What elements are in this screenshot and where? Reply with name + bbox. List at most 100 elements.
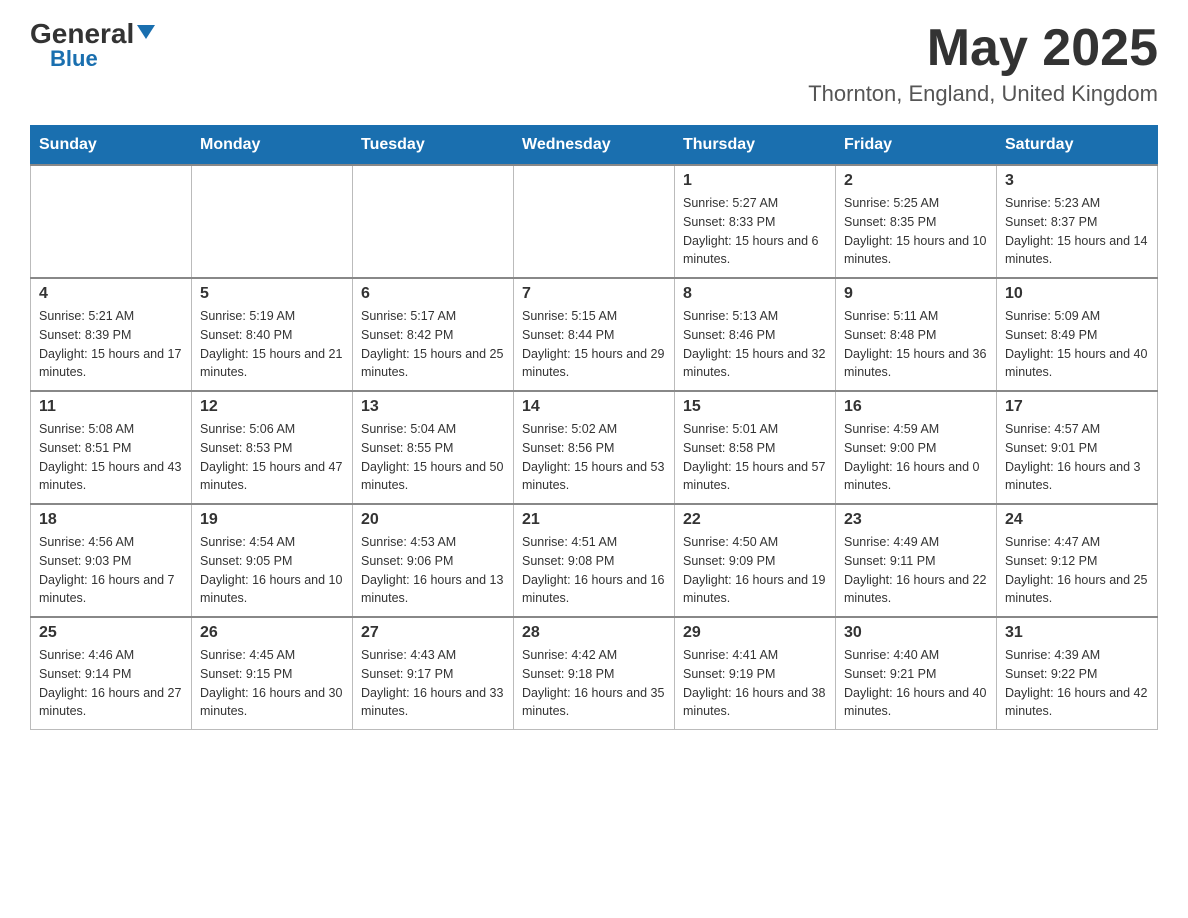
day-info: Sunrise: 4:51 AMSunset: 9:08 PMDaylight:… xyxy=(522,533,666,608)
title-section: May 2025 Thornton, England, United Kingd… xyxy=(808,20,1158,107)
day-number: 8 xyxy=(683,285,827,303)
logo: General Blue xyxy=(30,20,155,70)
calendar-cell: 21 Sunrise: 4:51 AMSunset: 9:08 PMDayligh… xyxy=(514,504,675,617)
day-number: 24 xyxy=(1005,511,1149,529)
day-info: Sunrise: 4:39 AMSunset: 9:22 PMDaylight:… xyxy=(1005,646,1149,721)
day-info: Sunrise: 5:13 AMSunset: 8:46 PMDaylight:… xyxy=(683,307,827,382)
calendar-week-row: 4 Sunrise: 5:21 AMSunset: 8:39 PMDaylight… xyxy=(31,278,1158,391)
calendar-cell: 26 Sunrise: 4:45 AMSunset: 9:15 PMDayligh… xyxy=(192,617,353,730)
calendar-week-row: 11 Sunrise: 5:08 AMSunset: 8:51 PMDayligh… xyxy=(31,391,1158,504)
day-info: Sunrise: 4:59 AMSunset: 9:00 PMDaylight:… xyxy=(844,420,988,495)
calendar-cell: 30 Sunrise: 4:40 AMSunset: 9:21 PMDayligh… xyxy=(836,617,997,730)
day-info: Sunrise: 4:40 AMSunset: 9:21 PMDaylight:… xyxy=(844,646,988,721)
day-info: Sunrise: 4:45 AMSunset: 9:15 PMDaylight:… xyxy=(200,646,344,721)
day-number: 26 xyxy=(200,624,344,642)
calendar-cell: 1Sunrise: 5:27 AMSunset: 8:33 PMDaylight… xyxy=(675,165,836,278)
day-number: 6 xyxy=(361,285,505,303)
day-info: Sunrise: 5:15 AMSunset: 8:44 PMDaylight:… xyxy=(522,307,666,382)
day-info: Sunrise: 4:53 AMSunset: 9:06 PMDaylight:… xyxy=(361,533,505,608)
calendar-cell xyxy=(514,165,675,278)
calendar-cell: 18Sunrise: 4:56 AMSunset: 9:03 PMDayligh… xyxy=(31,504,192,617)
calendar-cell: 16 Sunrise: 4:59 AMSunset: 9:00 PMDayligh… xyxy=(836,391,997,504)
calendar-cell: 11 Sunrise: 5:08 AMSunset: 8:51 PMDayligh… xyxy=(31,391,192,504)
day-info: Sunrise: 5:11 AMSunset: 8:48 PMDaylight:… xyxy=(844,307,988,382)
day-number: 23 xyxy=(844,511,988,529)
calendar-cell: 5 Sunrise: 5:19 AMSunset: 8:40 PMDaylight… xyxy=(192,278,353,391)
weekday-header-saturday: Saturday xyxy=(997,126,1158,166)
day-info: Sunrise: 4:42 AMSunset: 9:18 PMDaylight:… xyxy=(522,646,666,721)
day-number: 25 xyxy=(39,624,183,642)
calendar-cell: 31 Sunrise: 4:39 AMSunset: 9:22 PMDayligh… xyxy=(997,617,1158,730)
location-title: Thornton, England, United Kingdom xyxy=(808,81,1158,107)
day-number: 7 xyxy=(522,285,666,303)
page-header: General Blue May 2025 Thornton, England,… xyxy=(30,20,1158,107)
month-title: May 2025 xyxy=(808,20,1158,77)
day-info: Sunrise: 4:57 AMSunset: 9:01 PMDaylight:… xyxy=(1005,420,1149,495)
weekday-header-monday: Monday xyxy=(192,126,353,166)
day-info: Sunrise: 5:21 AMSunset: 8:39 PMDaylight:… xyxy=(39,307,183,382)
day-number: 21 xyxy=(522,511,666,529)
calendar-cell: 4 Sunrise: 5:21 AMSunset: 8:39 PMDaylight… xyxy=(31,278,192,391)
day-number: 14 xyxy=(522,398,666,416)
day-info: Sunrise: 5:08 AMSunset: 8:51 PMDaylight:… xyxy=(39,420,183,495)
calendar-week-row: 1Sunrise: 5:27 AMSunset: 8:33 PMDaylight… xyxy=(31,165,1158,278)
day-info: Sunrise: 5:19 AMSunset: 8:40 PMDaylight:… xyxy=(200,307,344,382)
calendar-cell: 12 Sunrise: 5:06 AMSunset: 8:53 PMDayligh… xyxy=(192,391,353,504)
weekday-header-sunday: Sunday xyxy=(31,126,192,166)
day-info: Sunrise: 4:43 AMSunset: 9:17 PMDaylight:… xyxy=(361,646,505,721)
day-number: 5 xyxy=(200,285,344,303)
calendar-cell: 27Sunrise: 4:43 AMSunset: 9:17 PMDayligh… xyxy=(353,617,514,730)
day-number: 9 xyxy=(844,285,988,303)
day-number: 18 xyxy=(39,511,183,529)
calendar-cell: 22 Sunrise: 4:50 AMSunset: 9:09 PMDayligh… xyxy=(675,504,836,617)
day-number: 30 xyxy=(844,624,988,642)
logo-blue-text: Blue xyxy=(50,48,98,70)
calendar-cell: 14 Sunrise: 5:02 AMSunset: 8:56 PMDayligh… xyxy=(514,391,675,504)
day-info: Sunrise: 5:09 AMSunset: 8:49 PMDaylight:… xyxy=(1005,307,1149,382)
day-number: 17 xyxy=(1005,398,1149,416)
calendar-cell: 3 Sunrise: 5:23 AMSunset: 8:37 PMDaylight… xyxy=(997,165,1158,278)
weekday-header-wednesday: Wednesday xyxy=(514,126,675,166)
day-number: 1 xyxy=(683,172,827,190)
day-info: Sunrise: 4:49 AMSunset: 9:11 PMDaylight:… xyxy=(844,533,988,608)
calendar-cell: 23 Sunrise: 4:49 AMSunset: 9:11 PMDayligh… xyxy=(836,504,997,617)
day-number: 3 xyxy=(1005,172,1149,190)
weekday-header-tuesday: Tuesday xyxy=(353,126,514,166)
day-number: 10 xyxy=(1005,285,1149,303)
day-info: Sunrise: 4:41 AMSunset: 9:19 PMDaylight:… xyxy=(683,646,827,721)
calendar-cell: 6 Sunrise: 5:17 AMSunset: 8:42 PMDaylight… xyxy=(353,278,514,391)
calendar-cell xyxy=(31,165,192,278)
weekday-header-friday: Friday xyxy=(836,126,997,166)
calendar-cell: 19 Sunrise: 4:54 AMSunset: 9:05 PMDayligh… xyxy=(192,504,353,617)
day-number: 4 xyxy=(39,285,183,303)
day-number: 12 xyxy=(200,398,344,416)
calendar-cell: 25Sunrise: 4:46 AMSunset: 9:14 PMDayligh… xyxy=(31,617,192,730)
calendar-cell: 9 Sunrise: 5:11 AMSunset: 8:48 PMDaylight… xyxy=(836,278,997,391)
calendar-cell: 28 Sunrise: 4:42 AMSunset: 9:18 PMDayligh… xyxy=(514,617,675,730)
day-info: Sunrise: 5:17 AMSunset: 8:42 PMDaylight:… xyxy=(361,307,505,382)
day-info: Sunrise: 5:02 AMSunset: 8:56 PMDaylight:… xyxy=(522,420,666,495)
day-info: Sunrise: 4:50 AMSunset: 9:09 PMDaylight:… xyxy=(683,533,827,608)
calendar-cell: 8 Sunrise: 5:13 AMSunset: 8:46 PMDaylight… xyxy=(675,278,836,391)
day-info: Sunrise: 5:23 AMSunset: 8:37 PMDaylight:… xyxy=(1005,194,1149,269)
day-info: Sunrise: 4:47 AMSunset: 9:12 PMDaylight:… xyxy=(1005,533,1149,608)
calendar-cell xyxy=(192,165,353,278)
day-number: 29 xyxy=(683,624,827,642)
day-info: Sunrise: 5:06 AMSunset: 8:53 PMDaylight:… xyxy=(200,420,344,495)
calendar-cell: 29 Sunrise: 4:41 AMSunset: 9:19 PMDayligh… xyxy=(675,617,836,730)
day-number: 28 xyxy=(522,624,666,642)
day-number: 19 xyxy=(200,511,344,529)
day-number: 11 xyxy=(39,398,183,416)
day-info: Sunrise: 4:54 AMSunset: 9:05 PMDaylight:… xyxy=(200,533,344,608)
day-number: 31 xyxy=(1005,624,1149,642)
calendar-cell: 10 Sunrise: 5:09 AMSunset: 8:49 PMDayligh… xyxy=(997,278,1158,391)
calendar-cell: 15Sunrise: 5:01 AMSunset: 8:58 PMDayligh… xyxy=(675,391,836,504)
day-number: 22 xyxy=(683,511,827,529)
day-info: Sunrise: 5:01 AMSunset: 8:58 PMDaylight:… xyxy=(683,420,827,495)
calendar-cell: 20 Sunrise: 4:53 AMSunset: 9:06 PMDayligh… xyxy=(353,504,514,617)
calendar-cell xyxy=(353,165,514,278)
day-number: 20 xyxy=(361,511,505,529)
day-number: 16 xyxy=(844,398,988,416)
day-number: 13 xyxy=(361,398,505,416)
day-info: Sunrise: 5:04 AMSunset: 8:55 PMDaylight:… xyxy=(361,420,505,495)
